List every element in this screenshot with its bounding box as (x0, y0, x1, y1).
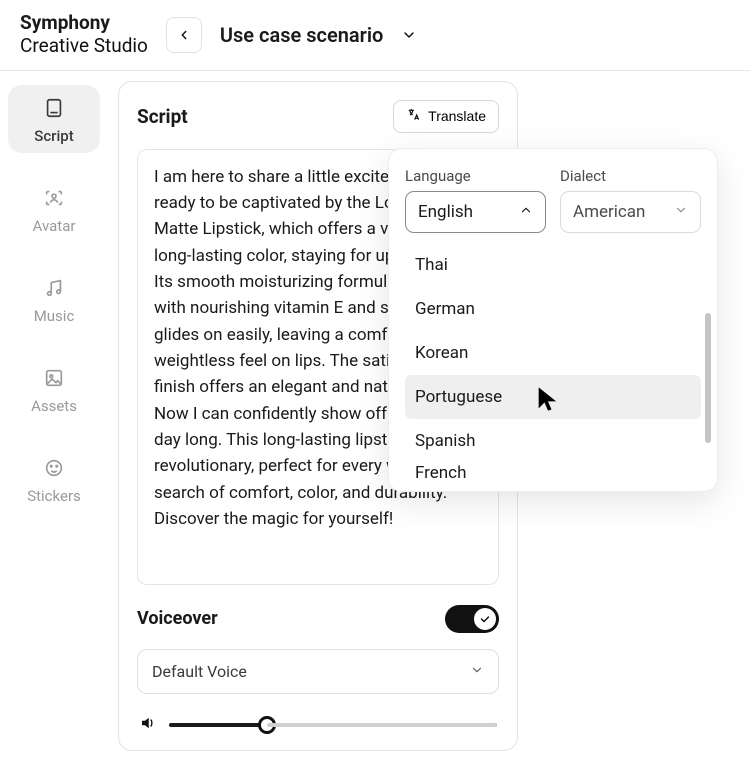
sidebar-item-avatar[interactable]: Avatar (8, 175, 100, 243)
language-option-partial[interactable]: French (405, 463, 701, 481)
sidebar-item-stickers[interactable]: Stickers (8, 445, 100, 513)
language-option-korean[interactable]: Korean (405, 331, 701, 375)
script-icon (41, 95, 67, 121)
back-button[interactable] (166, 17, 202, 53)
sticker-icon (41, 455, 67, 481)
language-label: Language (405, 167, 546, 185)
header: Symphony Creative Studio Use case scenar… (0, 0, 750, 71)
dialect-value: American (573, 202, 645, 222)
voice-select-value: Default Voice (152, 662, 247, 681)
dialect-select[interactable]: American (560, 191, 701, 233)
voiceover-label: Voiceover (137, 608, 218, 629)
dialect-label: Dialect (560, 167, 701, 185)
image-icon (41, 365, 67, 391)
options-scrollbar[interactable] (705, 313, 711, 443)
sidebar-item-assets[interactable]: Assets (8, 355, 100, 423)
voice-select[interactable]: Default Voice (137, 649, 499, 694)
sidebar-item-label: Avatar (33, 217, 76, 235)
app-name-1: Symphony (20, 12, 148, 35)
app-title: Symphony Creative Studio (20, 12, 148, 58)
sidebar-item-script[interactable]: Script (8, 85, 100, 153)
chevron-up-icon (519, 202, 533, 222)
volume-icon (139, 714, 157, 736)
use-case-label: Use case scenario (220, 23, 383, 47)
language-options: Thai German Korean Portuguese Spanish Fr… (405, 243, 701, 481)
chevron-down-icon (674, 202, 688, 222)
translate-label: Translate (428, 108, 486, 124)
slider-thumb[interactable] (258, 716, 276, 734)
translate-button[interactable]: Translate (393, 100, 499, 133)
language-value: English (418, 202, 473, 222)
app-name-2: Creative Studio (20, 35, 148, 58)
sidebar: Script Avatar Music Assets Stickers (0, 71, 108, 771)
chevron-left-icon (177, 28, 191, 42)
voiceover-toggle[interactable] (445, 605, 499, 633)
panel-title: Script (137, 105, 188, 128)
volume-row (137, 710, 499, 736)
volume-slider[interactable] (169, 723, 497, 727)
chevron-down-icon (401, 27, 417, 43)
sidebar-item-label: Script (34, 127, 73, 145)
language-option-portuguese[interactable]: Portuguese (405, 375, 701, 419)
language-option-german[interactable]: German (405, 287, 701, 331)
sidebar-item-label: Music (34, 307, 75, 325)
use-case-dropdown[interactable]: Use case scenario (220, 23, 417, 47)
language-option-spanish[interactable]: Spanish (405, 419, 701, 463)
chevron-down-icon (470, 662, 484, 681)
sidebar-item-music[interactable]: Music (8, 265, 100, 333)
sidebar-item-label: Assets (31, 397, 77, 415)
avatar-icon (41, 185, 67, 211)
language-select[interactable]: English (405, 191, 546, 233)
sidebar-item-label: Stickers (27, 487, 81, 505)
check-icon (479, 613, 491, 625)
toggle-knob (474, 608, 496, 630)
language-option-thai[interactable]: Thai (405, 243, 701, 287)
translate-popover: Language English Dialect American Thai G… (388, 148, 718, 492)
translate-icon (406, 107, 422, 126)
music-icon (41, 275, 67, 301)
